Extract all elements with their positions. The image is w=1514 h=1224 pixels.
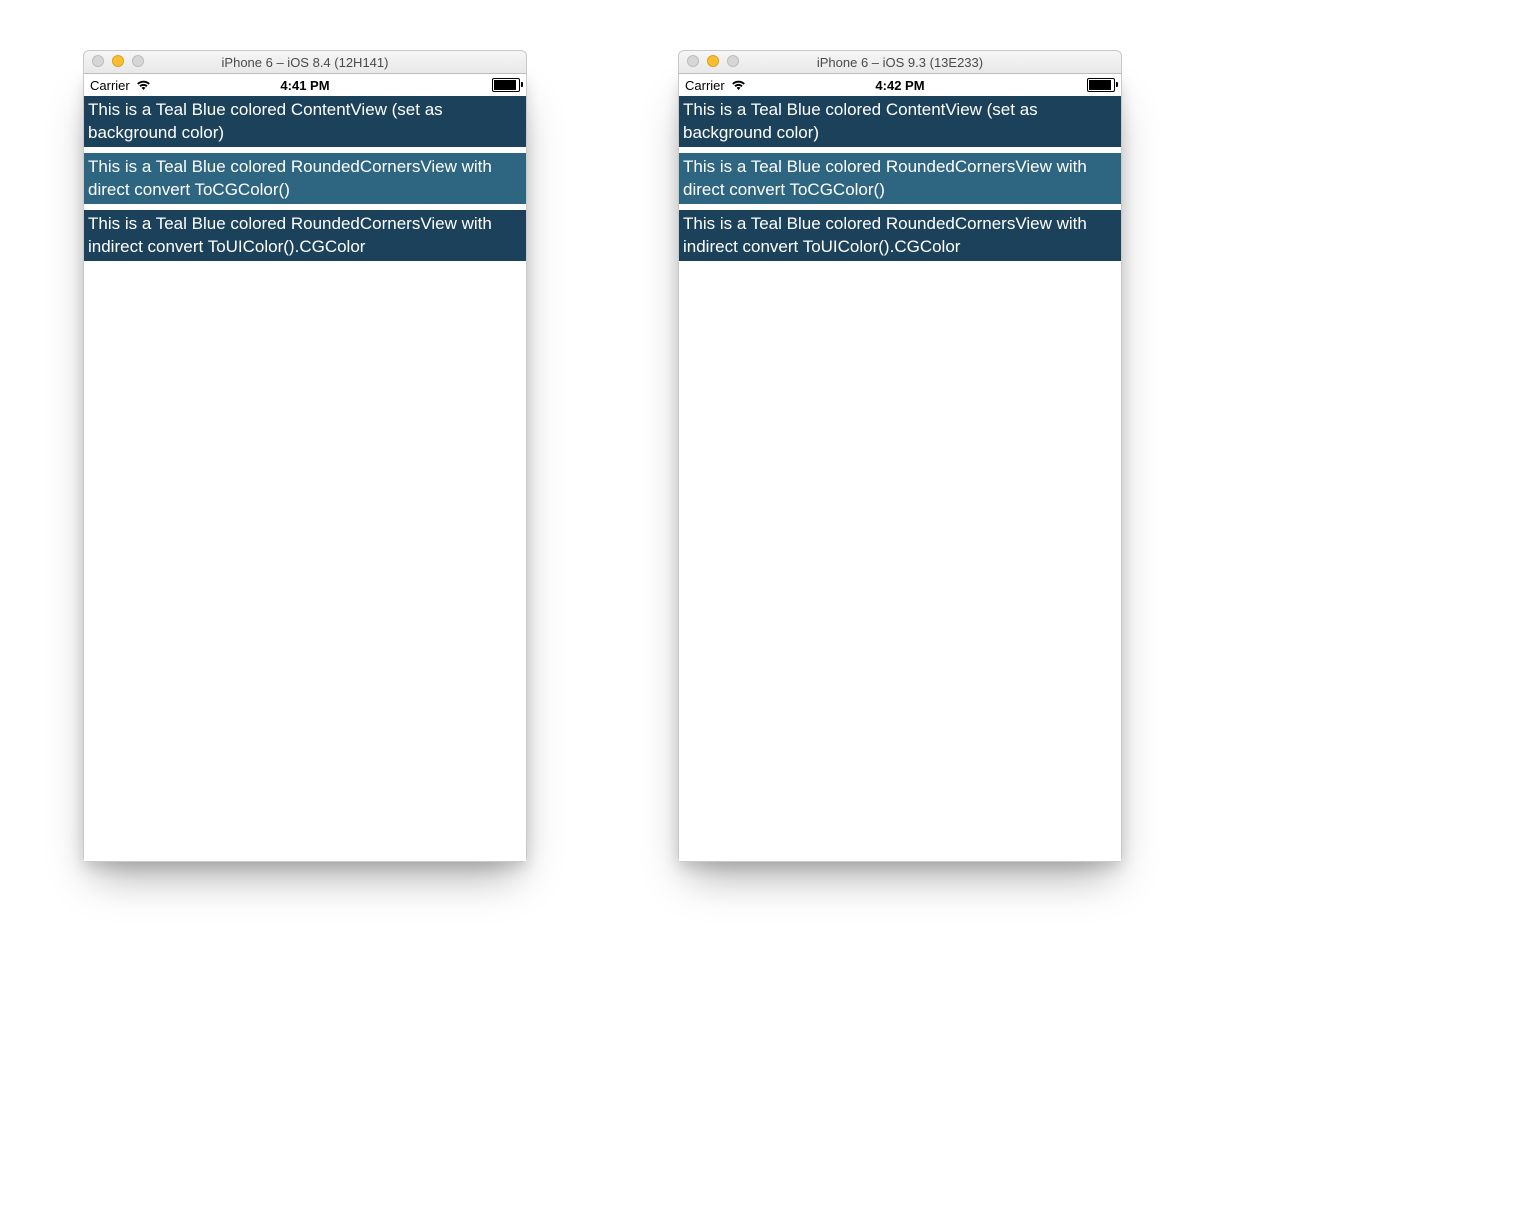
content-view-row: This is a Teal Blue colored ContentView … [84,96,526,147]
content-view-row: This is a Teal Blue colored ContentView … [679,96,1121,147]
maximize-icon[interactable] [132,55,144,67]
close-icon[interactable] [92,55,104,67]
status-bar-left: Carrier [685,78,746,93]
rounded-corners-direct-text: This is a Teal Blue colored RoundedCorne… [88,157,492,199]
simulator-window-ios84[interactable]: iPhone 6 – iOS 8.4 (12H141) Carrier [83,50,527,862]
rounded-corners-indirect-text: This is a Teal Blue colored RoundedCorne… [88,214,492,256]
rounded-corners-direct-row: This is a Teal Blue colored RoundedCorne… [84,153,526,204]
battery-icon [492,78,520,92]
simulator-body: Carrier 4:42 PM [678,74,1122,862]
window-titlebar[interactable]: iPhone 6 – iOS 8.4 (12H141) [83,50,527,74]
wifi-icon [136,79,151,91]
rounded-corners-indirect-row: This is a Teal Blue colored RoundedCorne… [84,210,526,261]
rounded-corners-indirect-row: This is a Teal Blue colored RoundedCorne… [679,210,1121,261]
wifi-icon [731,79,746,91]
maximize-icon[interactable] [727,55,739,67]
rounded-corners-indirect-text: This is a Teal Blue colored RoundedCorne… [683,214,1087,256]
minimize-icon[interactable] [707,55,719,67]
simulator-window-ios93[interactable]: iPhone 6 – iOS 9.3 (13E233) Carrier [678,50,1122,862]
status-bar-left: Carrier [90,78,151,93]
minimize-icon[interactable] [112,55,124,67]
status-bar-right [1087,78,1115,92]
traffic-lights [92,55,144,67]
simulator-body: Carrier 4:41 PM [83,74,527,862]
content-view-text: This is a Teal Blue colored ContentView … [683,100,1038,142]
status-bar-right [492,78,520,92]
battery-icon [1087,78,1115,92]
rounded-corners-direct-text: This is a Teal Blue colored RoundedCorne… [683,157,1087,199]
device-screen[interactable]: Carrier 4:41 PM [84,74,526,861]
device-screen[interactable]: Carrier 4:42 PM [679,74,1121,861]
window-titlebar[interactable]: iPhone 6 – iOS 9.3 (13E233) [678,50,1122,74]
ios-status-bar: Carrier 4:41 PM [84,74,526,96]
content-view-text: This is a Teal Blue colored ContentView … [88,100,443,142]
window-title: iPhone 6 – iOS 8.4 (12H141) [222,55,389,70]
rounded-corners-direct-row: This is a Teal Blue colored RoundedCorne… [679,153,1121,204]
ios-status-bar: Carrier 4:42 PM [679,74,1121,96]
traffic-lights [687,55,739,67]
carrier-label: Carrier [685,78,725,93]
window-title: iPhone 6 – iOS 9.3 (13E233) [817,55,983,70]
carrier-label: Carrier [90,78,130,93]
stage: iPhone 6 – iOS 8.4 (12H141) Carrier [0,0,1514,1224]
close-icon[interactable] [687,55,699,67]
